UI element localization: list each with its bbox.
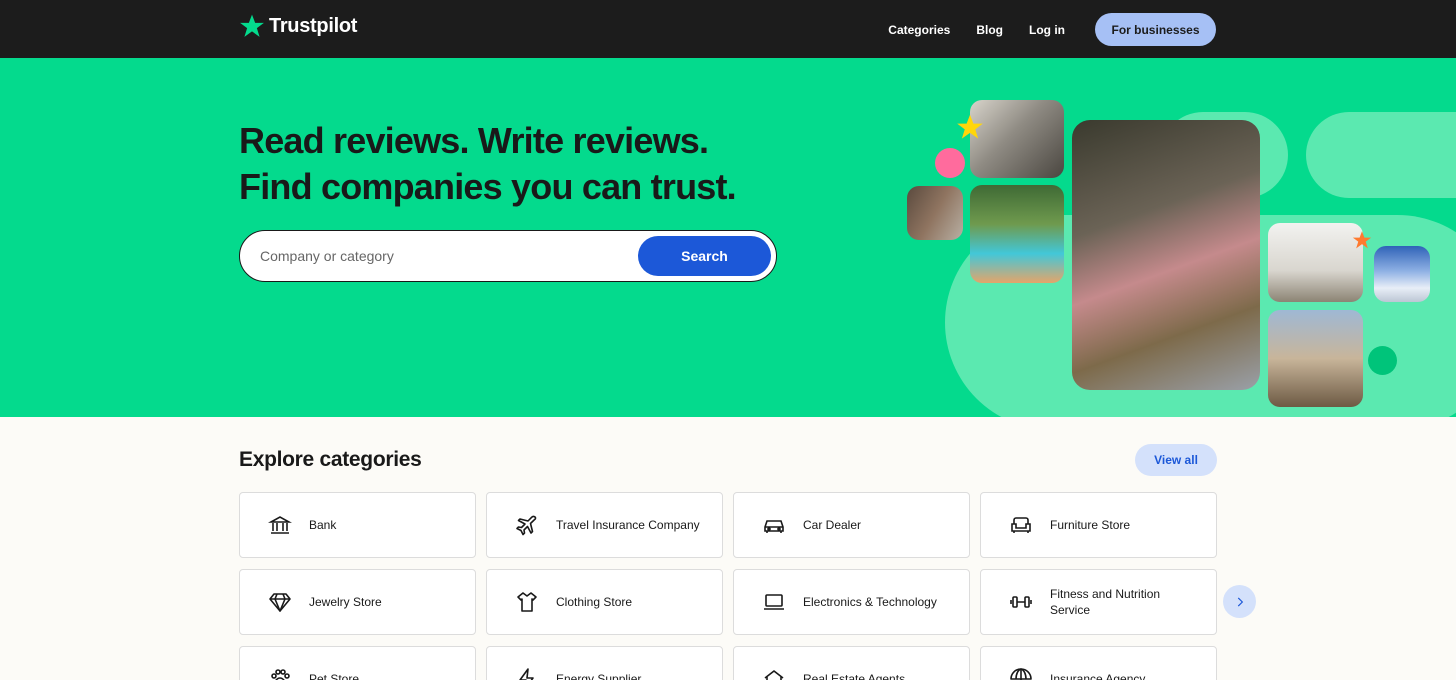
airplane-icon (514, 512, 540, 538)
category-card-electronics[interactable]: Electronics & Technology (733, 569, 970, 635)
chevron-right-icon (1237, 597, 1243, 606)
category-label: Bank (309, 518, 337, 532)
category-label: Real Estate Agents (803, 672, 906, 680)
category-label: Insurance Agency (1050, 672, 1146, 680)
category-card-real-estate[interactable]: Real Estate Agents (733, 646, 970, 680)
hero-headline: Read reviews. Write reviews. Find compan… (239, 118, 737, 210)
category-label: Travel Insurance Company (556, 518, 700, 532)
headline-line-2: Find companies you can trust. (239, 166, 737, 207)
for-businesses-button[interactable]: For businesses (1095, 13, 1216, 46)
category-label: Pet Store (309, 672, 360, 680)
house-icon (761, 666, 787, 680)
trustpilot-logo[interactable]: Trustpilot (239, 13, 357, 39)
photo-pool (970, 185, 1064, 283)
explore-categories-title: Explore categories (239, 448, 422, 471)
lightning-icon (514, 666, 540, 680)
shirt-icon (514, 589, 540, 615)
search-button[interactable]: Search (638, 236, 771, 276)
category-label: Fitness and Nutrition Service (1050, 587, 1161, 617)
nav-link-categories[interactable]: Categories (888, 23, 950, 37)
headline-line-1: Read reviews. Write reviews. (239, 120, 709, 161)
sofa-icon (1008, 512, 1034, 538)
category-label: Clothing Store (556, 595, 633, 609)
category-label: Electronics & Technology (803, 595, 937, 609)
car-icon (761, 512, 787, 538)
top-nav: Trustpilot Categories Blog Log in For bu… (0, 0, 1456, 58)
category-card-insurance-agency[interactable]: Insurance Agency (980, 646, 1217, 680)
photo-mountains (1374, 246, 1430, 302)
category-card-car-dealer[interactable]: Car Dealer (733, 492, 970, 558)
hero-section: Read reviews. Write reviews. Find compan… (0, 58, 1456, 417)
yellow-star-icon (957, 114, 983, 139)
photo-cafe (970, 100, 1064, 178)
category-label: Energy Supplier (556, 672, 642, 680)
green-dot (1368, 346, 1397, 375)
diamond-icon (267, 589, 293, 615)
laptop-icon (761, 589, 787, 615)
nav-links: Categories Blog Log in For businesses (888, 13, 1216, 46)
category-card-pet-store[interactable]: Pet Store (239, 646, 476, 680)
photo-flower-shop (1072, 120, 1260, 390)
star-logo-icon (240, 14, 264, 37)
nav-link-blog[interactable]: Blog (976, 23, 1003, 37)
dumbbell-icon (1008, 589, 1034, 615)
view-all-button[interactable]: View all (1135, 444, 1217, 476)
category-grid: Bank Travel Insurance Company Car Dealer… (239, 492, 1217, 680)
category-card-bank[interactable]: Bank (239, 492, 476, 558)
umbrella-icon (1008, 666, 1034, 680)
bank-icon (267, 512, 293, 538)
pink-dot (935, 148, 965, 178)
category-card-travel-insurance[interactable]: Travel Insurance Company (486, 492, 723, 558)
category-label: Furniture Store (1050, 518, 1131, 532)
brand-name: Trustpilot (269, 14, 358, 37)
category-card-clothing-store[interactable]: Clothing Store (486, 569, 723, 635)
category-card-jewelry-store[interactable]: Jewelry Store (239, 569, 476, 635)
category-label: Jewelry Store (309, 595, 382, 609)
category-label: Car Dealer (803, 518, 862, 532)
photo-living-room (1268, 223, 1363, 302)
decor-blob-top-right (1306, 112, 1456, 198)
nav-link-login[interactable]: Log in (1029, 23, 1065, 37)
search-input[interactable] (260, 243, 630, 269)
photo-men (907, 186, 963, 240)
category-card-energy-supplier[interactable]: Energy Supplier (486, 646, 723, 680)
paw-icon (267, 666, 293, 680)
search-bar: Search (239, 230, 777, 282)
photo-selfie (1268, 310, 1363, 407)
category-card-fitness-nutrition[interactable]: Fitness and Nutrition Service (980, 569, 1217, 635)
next-categories-button[interactable] (1223, 585, 1256, 618)
category-card-furniture-store[interactable]: Furniture Store (980, 492, 1217, 558)
orange-star-icon (1352, 231, 1372, 249)
